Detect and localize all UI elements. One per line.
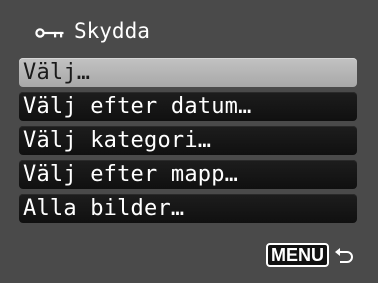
menu-item-label: Välj kategori… bbox=[23, 128, 212, 153]
key-icon bbox=[35, 28, 64, 38]
menu-item-select-category[interactable]: Välj kategori… bbox=[19, 126, 357, 155]
page-title: Skydda bbox=[74, 19, 150, 43]
screen-header: Skydda bbox=[0, 0, 378, 52]
menu-item-select-by-folder[interactable]: Välj efter mapp… bbox=[19, 160, 357, 189]
menu-list: Välj… Välj efter datum… Välj kategori… V… bbox=[19, 58, 357, 228]
return-arrow-icon bbox=[335, 248, 353, 263]
menu-item-label: Välj efter datum… bbox=[23, 94, 252, 119]
menu-item-select[interactable]: Välj… bbox=[19, 58, 357, 87]
menu-button-label: MENU bbox=[271, 245, 324, 265]
menu-item-label: Alla bilder… bbox=[23, 196, 185, 221]
menu-item-label: Välj efter mapp… bbox=[23, 162, 239, 187]
menu-item-select-by-date[interactable]: Välj efter datum… bbox=[19, 92, 357, 121]
menu-item-label: Välj… bbox=[23, 60, 91, 85]
menu-item-all-images[interactable]: Alla bilder… bbox=[19, 194, 357, 223]
menu-button[interactable]: MENU bbox=[266, 243, 329, 267]
